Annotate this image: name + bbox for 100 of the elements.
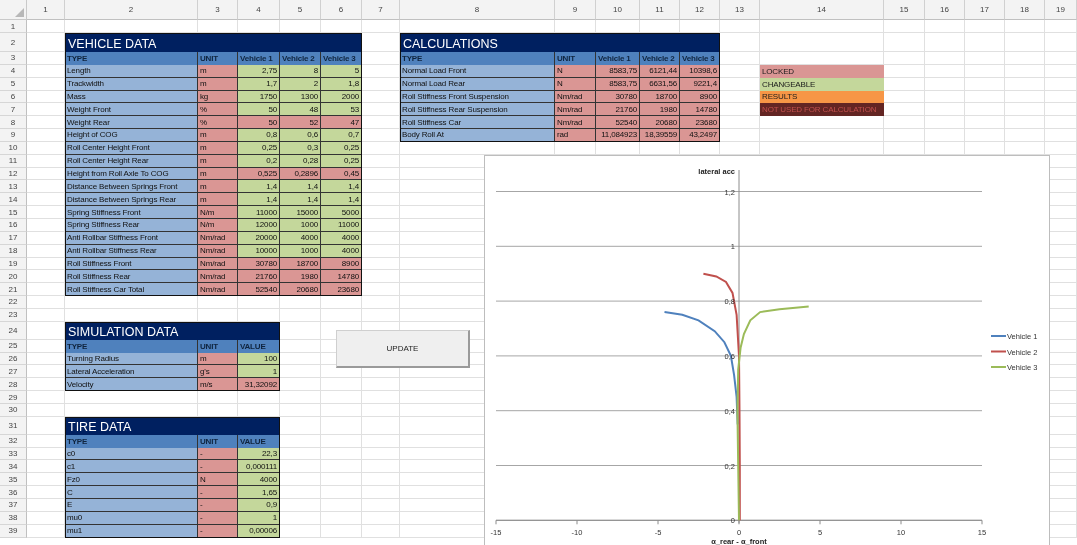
- value-cell: 21760: [596, 103, 640, 117]
- unit-cell: %: [198, 103, 238, 117]
- value-cell: 14780: [321, 270, 362, 284]
- unit-cell: Nm/rad: [198, 270, 238, 284]
- unit-cell: Nm/rad: [555, 116, 596, 130]
- row-number[interactable]: 8: [0, 116, 27, 130]
- column-heading: TYPE: [400, 52, 555, 65]
- value-cell: 11000: [238, 206, 280, 219]
- row-label: c1: [65, 460, 198, 474]
- value-cell: 53: [321, 103, 362, 117]
- row-number[interactable]: 37: [0, 499, 27, 512]
- value-cell: 11,084923: [596, 129, 640, 142]
- row-number[interactable]: 28: [0, 378, 27, 392]
- column-heading: Vehicle 1: [596, 52, 640, 65]
- column-header[interactable]: 6: [321, 0, 362, 20]
- column-header[interactable]: 9: [555, 0, 596, 20]
- row-number[interactable]: 15: [0, 206, 27, 219]
- row-label: Spring Stiffness Front: [65, 206, 198, 219]
- row-label: Roll Stiffness Rear Suspension: [400, 103, 555, 117]
- row-label: Roll Stiffness Rear: [65, 270, 198, 284]
- select-all-icon[interactable]: [15, 8, 24, 17]
- column-header[interactable]: 18: [1005, 0, 1045, 20]
- row-number[interactable]: 7: [0, 103, 27, 117]
- column-heading: Vehicle 3: [321, 52, 362, 65]
- value-cell: 43,2497: [680, 129, 720, 142]
- value-cell: 47: [321, 116, 362, 130]
- update-button[interactable]: UPDATE: [336, 330, 470, 368]
- row-number[interactable]: 29: [0, 391, 27, 404]
- value-cell: 0,8: [238, 129, 280, 142]
- column-heading: UNIT: [555, 52, 596, 65]
- column-header[interactable]: 8: [400, 0, 555, 20]
- value-cell: 48: [280, 103, 321, 117]
- column-heading: UNIT: [198, 52, 238, 65]
- unit-cell: -: [198, 486, 238, 499]
- value-cell: 1,4: [280, 193, 321, 207]
- value-cell: 0,6: [280, 129, 321, 142]
- row-number[interactable]: 1: [0, 20, 27, 33]
- value-cell: 21760: [238, 270, 280, 284]
- column-header[interactable]: 19: [1045, 0, 1077, 20]
- row-number[interactable]: 35: [0, 473, 27, 487]
- column-header[interactable]: 14: [760, 0, 884, 20]
- legend-cell: NOT USED FOR CALCULATION: [760, 103, 884, 117]
- value-cell: 50: [238, 116, 280, 130]
- unit-cell: m: [198, 193, 238, 207]
- value-cell: 1,4: [238, 193, 280, 207]
- column-heading: Vehicle 2: [280, 52, 321, 65]
- row-label: Height of COG: [65, 129, 198, 142]
- value-cell: 20680: [640, 116, 680, 130]
- column-header[interactable]: 16: [925, 0, 965, 20]
- row-label: Fz0: [65, 473, 198, 487]
- column-header[interactable]: 2: [65, 0, 198, 20]
- row-label: Weight Rear: [65, 116, 198, 130]
- row-number[interactable]: 21: [0, 283, 27, 297]
- column-header[interactable]: 4: [238, 0, 280, 20]
- value-cell: 0,7: [321, 129, 362, 142]
- unit-cell: m: [198, 180, 238, 194]
- unit-cell: N: [198, 473, 238, 487]
- column-header[interactable]: 11: [640, 0, 680, 20]
- column-heading: Vehicle 1: [238, 52, 280, 65]
- row-number[interactable]: 9: [0, 129, 27, 142]
- column-header[interactable]: 12: [680, 0, 720, 20]
- row-number[interactable]: 34: [0, 460, 27, 474]
- unit-cell: -: [198, 460, 238, 474]
- value-cell: 52: [280, 116, 321, 130]
- row-label: Body Roll At: [400, 129, 555, 142]
- column-heading: Vehicle 2: [640, 52, 680, 65]
- column-header[interactable]: 13: [720, 0, 760, 20]
- column-header[interactable]: 3: [198, 0, 238, 20]
- column-header[interactable]: 7: [362, 0, 400, 20]
- row-number[interactable]: 14: [0, 193, 27, 207]
- value-cell: 1,4: [280, 180, 321, 194]
- row-number[interactable]: 13: [0, 180, 27, 194]
- column-header[interactable]: 15: [884, 0, 925, 20]
- column-heading: Vehicle 3: [680, 52, 720, 65]
- row-number[interactable]: 22: [0, 296, 27, 309]
- column-header[interactable]: 1: [27, 0, 65, 20]
- value-cell: 1: [238, 365, 280, 379]
- row-number[interactable]: 27: [0, 365, 27, 379]
- unit-cell: m: [198, 129, 238, 142]
- row-number[interactable]: 20: [0, 270, 27, 284]
- value-cell: 4000: [238, 473, 280, 487]
- value-cell: 0,000111: [238, 460, 280, 474]
- value-cell: 1,4: [238, 180, 280, 194]
- column-header[interactable]: 17: [965, 0, 1005, 20]
- row-label: Weight Front: [65, 103, 198, 117]
- value-cell: 1,65: [238, 486, 280, 499]
- row-label: Roll Stiffness Car: [400, 116, 555, 130]
- row-label: C: [65, 486, 198, 499]
- row-number[interactable]: 2: [0, 33, 27, 52]
- row-label: E: [65, 499, 198, 512]
- unit-cell: Nm/rad: [555, 103, 596, 117]
- row-number[interactable]: 36: [0, 486, 27, 499]
- value-cell: 5000: [321, 206, 362, 219]
- column-header[interactable]: 10: [596, 0, 640, 20]
- row-number[interactable]: 3: [0, 52, 27, 65]
- unit-cell: %: [198, 116, 238, 130]
- value-cell: 23680: [680, 116, 720, 130]
- column-header[interactable]: 5: [280, 0, 321, 20]
- row-label: Distance Between Springs Front: [65, 180, 198, 194]
- value-cell: 1,4: [321, 193, 362, 207]
